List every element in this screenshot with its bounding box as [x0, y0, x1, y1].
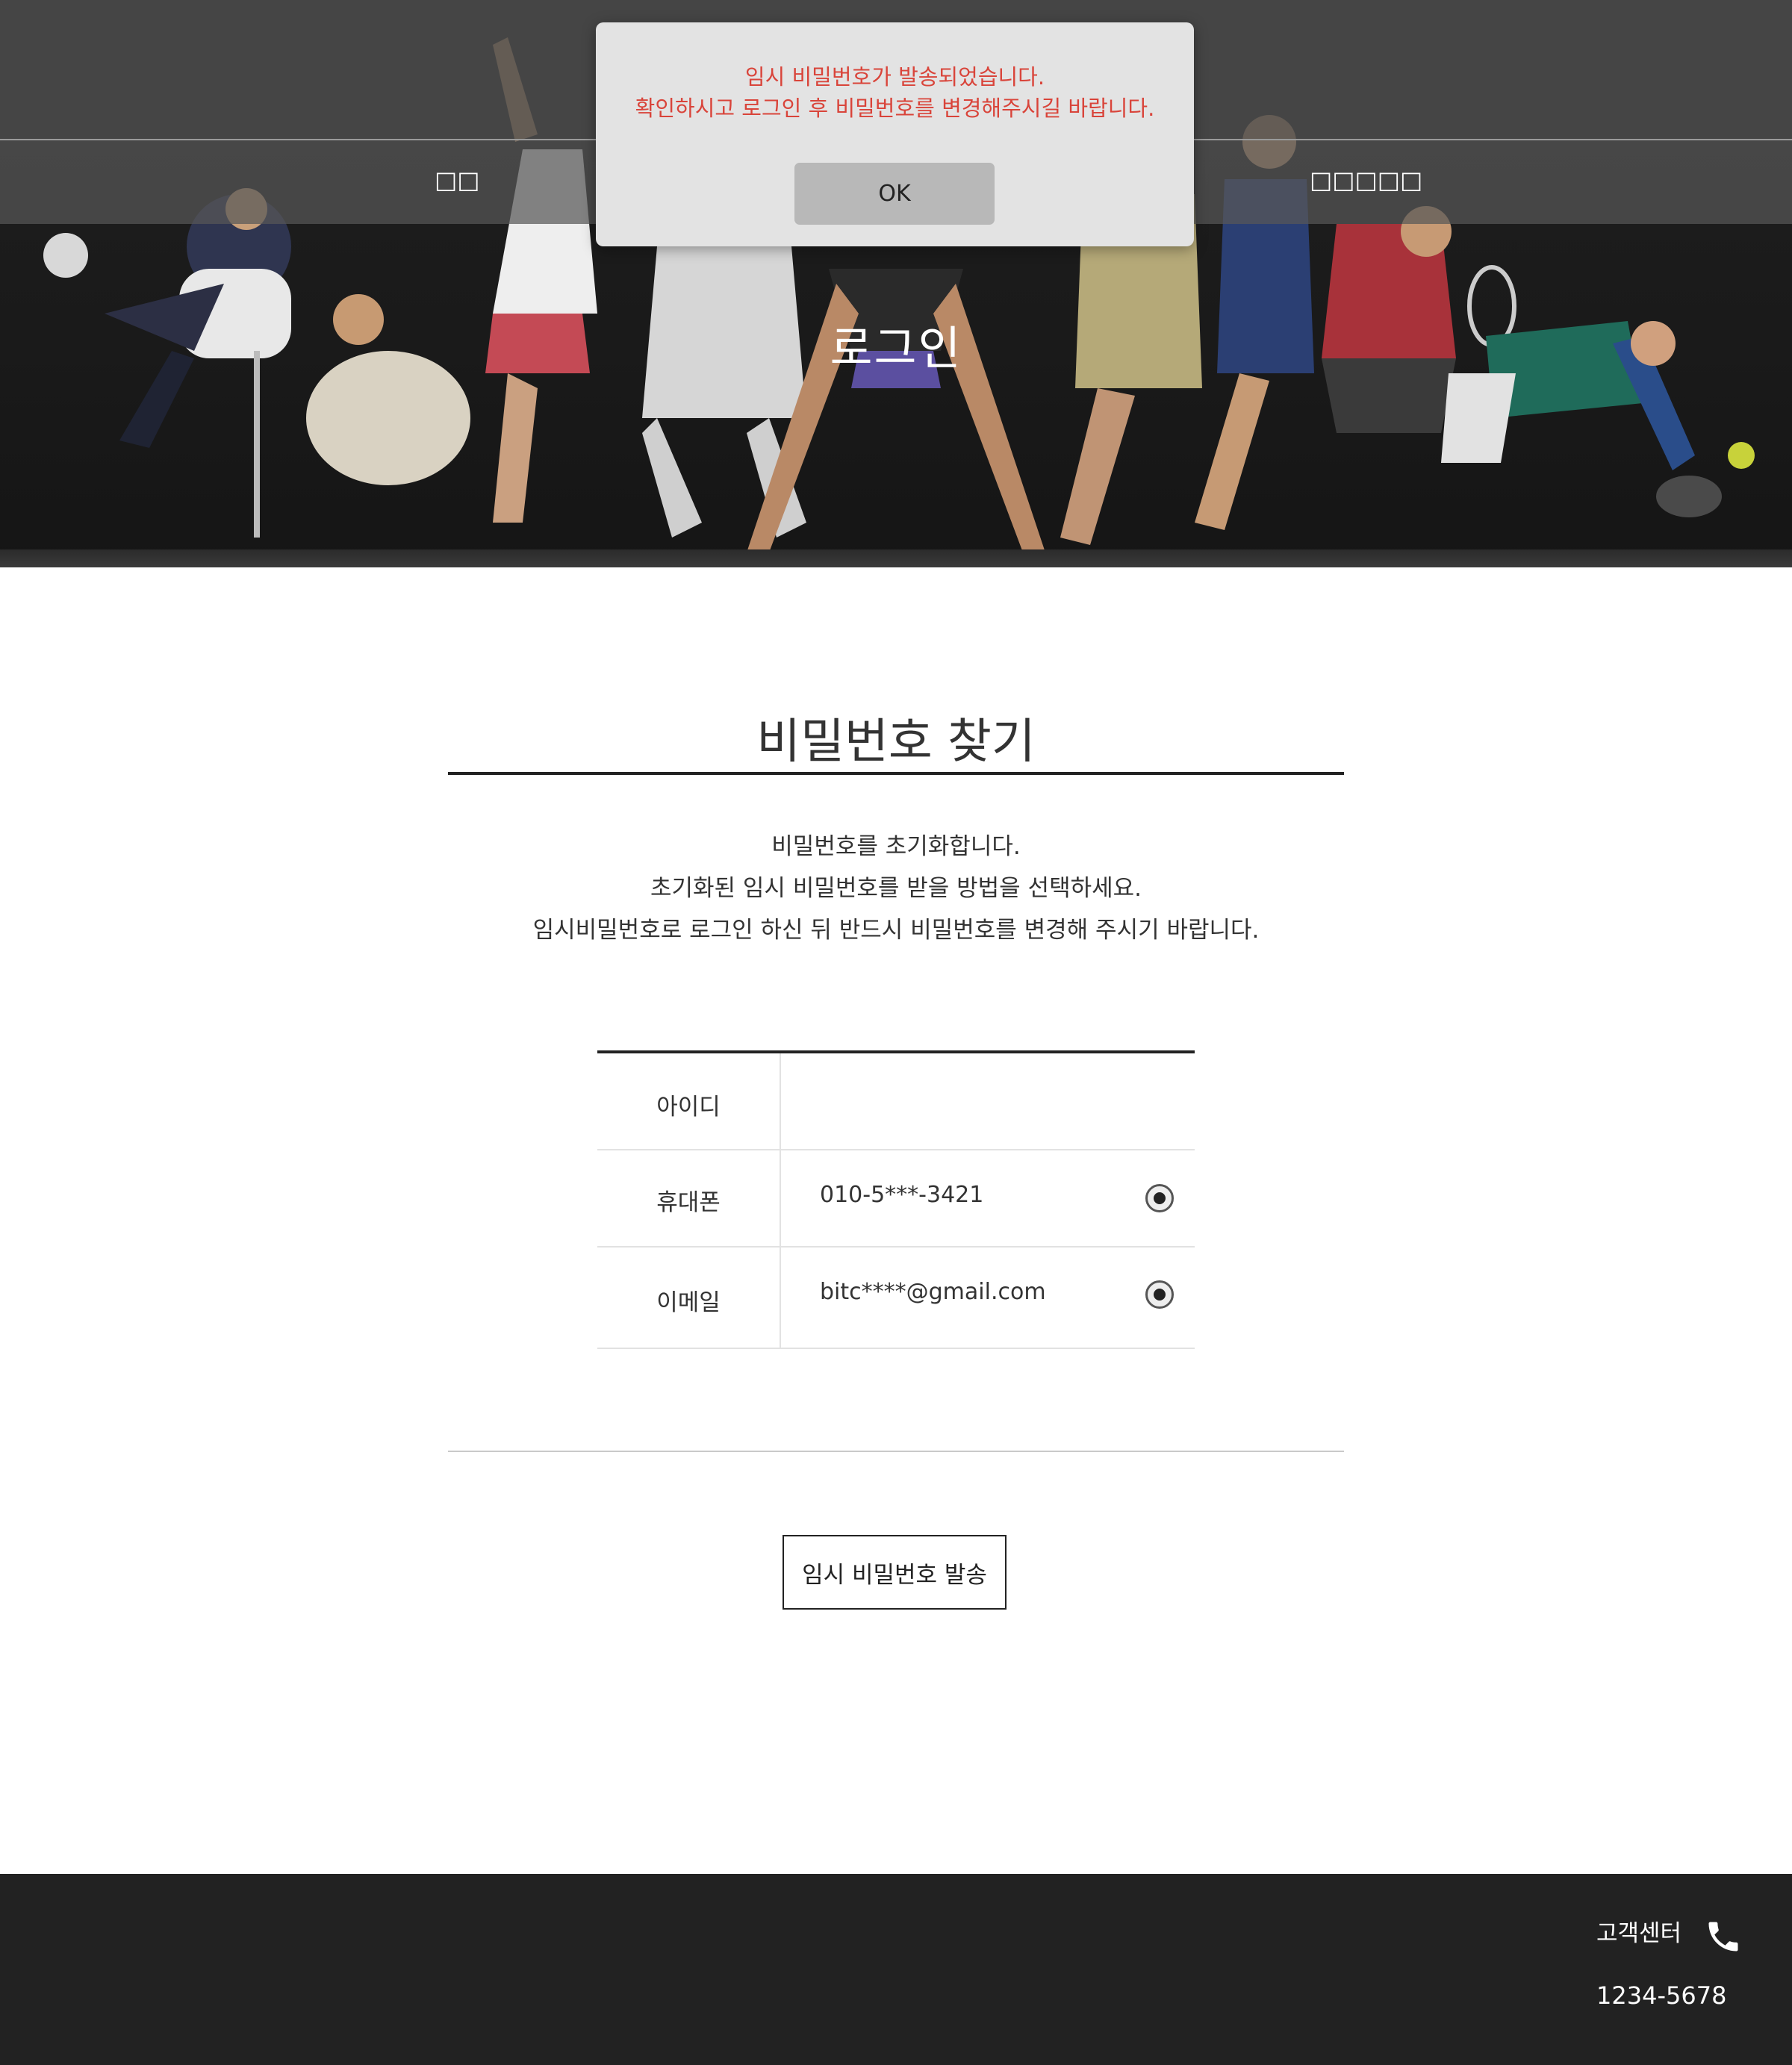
form-row-phone: 휴대폰 010-5***-3421 [597, 1150, 1195, 1248]
id-label: 아이디 [656, 1094, 721, 1121]
nav-item-right[interactable]: □□□□□ [1310, 166, 1422, 194]
alert-message-line1: 임시 비밀번호가 발송되었습니다. [744, 64, 1045, 90]
customer-center-label: 고객센터 [1596, 1920, 1682, 1947]
email-radio-button[interactable] [1145, 1280, 1174, 1309]
form-row-email: 이메일 bitc****@gmail.com [597, 1248, 1195, 1349]
alert-ok-button[interactable]: OK [794, 163, 995, 225]
hero-title: 로그인 [830, 321, 962, 376]
phone-label: 휴대폰 [656, 1189, 721, 1216]
footer [0, 1874, 1792, 2065]
description-line3: 임시비밀번호로 로그인 하신 뒤 반드시 비밀번호를 변경해 주시기 바랍니다. [532, 917, 1260, 944]
nav-item-left[interactable]: □□ [435, 166, 479, 194]
alert-dialog: 임시 비밀번호가 발송되었습니다. 확인하시고 로그인 후 비밀번호를 변경해주… [596, 22, 1194, 246]
hero-floor [0, 549, 1792, 567]
customer-center-number: 1234-5678 [1596, 1981, 1727, 2010]
form-bottom-divider [448, 1451, 1344, 1452]
phone-radio-button[interactable] [1145, 1184, 1174, 1212]
title-underline [448, 772, 1344, 775]
send-temp-password-button[interactable]: 임시 비밀번호 발송 [783, 1535, 1007, 1610]
description-line1: 비밀번호를 초기화합니다. [771, 833, 1021, 860]
alert-message-line2: 확인하시고 로그인 후 비밀번호를 변경해주시길 바랍니다. [635, 96, 1155, 121]
email-label: 이메일 [656, 1289, 721, 1316]
form-column-divider [780, 1053, 781, 1349]
phone-icon [1708, 1922, 1738, 1952]
email-value: bitc****@gmail.com [820, 1279, 1046, 1305]
description-line2: 초기화된 임시 비밀번호를 받을 방법을 선택하세요. [650, 875, 1142, 902]
form-row-id: 아이디 [597, 1053, 1195, 1150]
phone-value: 010-5***-3421 [820, 1182, 984, 1208]
page-title: 비밀번호 찾기 [756, 714, 1036, 770]
